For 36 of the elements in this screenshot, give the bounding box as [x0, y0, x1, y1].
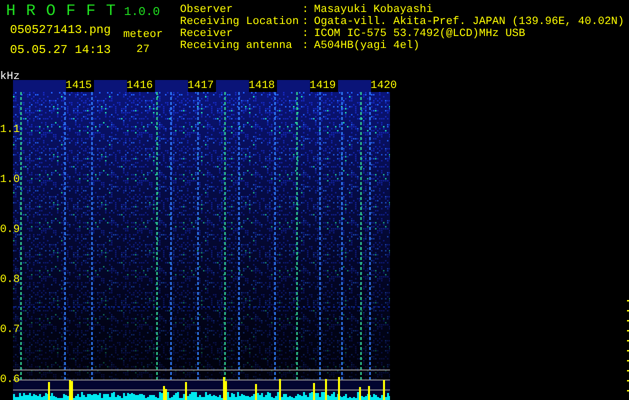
info-value: ICOM IC-575 53.7492(@LCD)MHz USB	[314, 28, 526, 40]
axis-label: 1.1	[0, 124, 20, 136]
title-letter: R	[26, 2, 37, 20]
info-label: Receiver	[180, 28, 234, 40]
info-separator: :	[302, 4, 310, 16]
info-separator: :	[302, 16, 310, 28]
info-value: Ogata-vill. Akita-Pref. JAPAN (139.96E, 40.02N)	[314, 16, 624, 28]
info-label: Receiving Location	[180, 16, 300, 28]
axis-unit: kHz	[0, 71, 20, 83]
axis-label: 0.8	[0, 274, 20, 286]
title-letter: H	[6, 2, 17, 20]
time-label: 1419	[310, 80, 338, 92]
info-label: Observer	[180, 4, 234, 16]
title-letter: T	[106, 2, 117, 20]
date-time: 05.05.27 14:13	[10, 43, 112, 57]
title-letter: F	[66, 2, 77, 20]
info-separator: :	[302, 28, 310, 40]
axis-label: 0.9	[0, 224, 20, 236]
info-value: Masayuki Kobayashi	[314, 4, 433, 16]
title-letter: O	[46, 2, 57, 20]
file-name: 0505271413.png	[10, 23, 112, 37]
time-label: 1415	[66, 80, 94, 92]
meteor-label: meteor	[123, 29, 163, 42]
time-label: 1418	[248, 80, 276, 92]
axis-label: 0.7	[0, 324, 20, 336]
title-letter: F	[86, 2, 97, 20]
time-label: 1416	[126, 80, 154, 92]
time-label: 1420	[370, 80, 398, 92]
axis-label: 1.0	[0, 174, 20, 186]
axis-label: 0.6	[0, 374, 20, 386]
info-separator: :	[302, 40, 310, 52]
info-label: Receiving antenna	[180, 40, 294, 52]
info-value: A504HB(yagi 4el)	[314, 40, 420, 52]
version-label: 1.0.0	[124, 4, 160, 20]
time-label: 1417	[188, 80, 216, 92]
meteor-count: 27	[136, 44, 150, 57]
